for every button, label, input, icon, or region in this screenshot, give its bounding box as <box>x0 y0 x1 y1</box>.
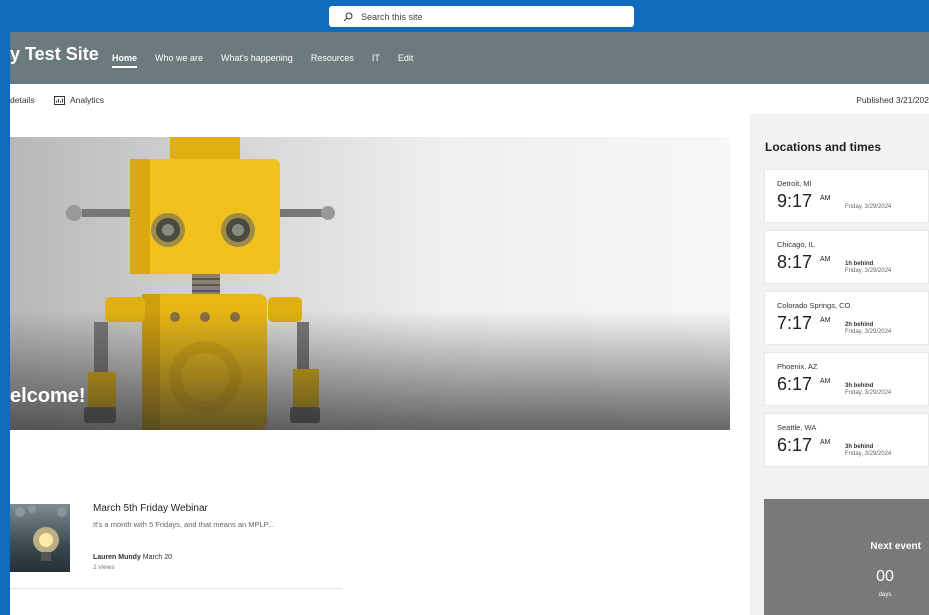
clock-city: Chicago, IL <box>777 240 815 249</box>
news-excerpt: It's a month with 5 Fridays, and that me… <box>93 520 274 529</box>
search-icon <box>343 12 353 21</box>
page-canvas: elcome! March 5th Friday Webinar It's a … <box>10 114 750 615</box>
clock-date: Friday, 3/29/2024 <box>845 204 892 210</box>
news-author[interactable]: Lauren Mundy <box>93 554 141 561</box>
news-byline: Lauren Mundy March 20 <box>93 554 172 561</box>
countdown-tile[interactable]: Next event 00 days <box>764 499 929 615</box>
clock-offset: 1h behind <box>845 261 874 267</box>
nav-item-who-we-are[interactable]: Who we are <box>155 53 203 68</box>
clock-city: Detroit, MI <box>777 179 812 188</box>
clock-offset: 3h behind <box>845 444 874 450</box>
news-date: March 20 <box>142 554 172 561</box>
page-details-button[interactable]: details <box>10 95 35 105</box>
left-edge-bar <box>0 0 10 615</box>
clock-city: Seattle, WA <box>777 423 817 432</box>
site-header: y Test Site Home Who we are What's happe… <box>10 32 929 84</box>
news-item[interactable]: March 5th Friday Webinar It's a month wi… <box>10 502 342 589</box>
countdown-title: Next event <box>870 541 921 552</box>
right-sidebar: Locations and times Detroit, MI 9:17 AM … <box>750 114 929 615</box>
clock-ampm: AM <box>820 378 831 385</box>
analytics-button[interactable]: Analytics <box>54 95 104 105</box>
search-placeholder: Search this site <box>361 11 423 22</box>
hero-banner[interactable]: elcome! <box>10 137 730 430</box>
clock-city: Phoenix, AZ <box>777 362 818 371</box>
clock-time: 9:17 <box>777 191 813 211</box>
clock-city: Colorado Springs, CO <box>777 301 851 310</box>
analytics-icon <box>54 95 65 105</box>
site-navigation: Home Who we are What's happening Resourc… <box>112 53 431 68</box>
clock-time: 6:17 <box>777 374 813 394</box>
lightbulb-image <box>15 505 67 564</box>
clock-time: 7:17 <box>777 313 813 333</box>
news-title[interactable]: March 5th Friday Webinar <box>93 503 208 514</box>
hero-shade <box>10 310 730 430</box>
site-title[interactable]: y Test Site <box>10 44 99 65</box>
analytics-label: Analytics <box>70 95 105 105</box>
nav-edit-link[interactable]: Edit <box>398 53 414 68</box>
world-clock-card: Seattle, WA 6:17 AM 3h behind Friday, 3/… <box>764 413 929 467</box>
world-clock-card: Phoenix, AZ 6:17 AM 3h behind Friday, 3/… <box>764 352 929 406</box>
nav-item-whats-happening[interactable]: What's happening <box>221 53 293 68</box>
nav-item-it[interactable]: IT <box>372 53 380 68</box>
search-box[interactable]: Search this site <box>329 6 634 27</box>
clock-ampm: AM <box>820 317 831 324</box>
countdown-unit: days <box>878 592 892 598</box>
clock-time: 6:17 <box>777 435 813 455</box>
clock-date: Friday, 3/29/2024 <box>845 390 892 396</box>
clock-offset: 3h behind <box>845 383 874 389</box>
world-clock-card: Detroit, MI 9:17 AM Friday, 3/29/2024 <box>764 169 929 223</box>
clock-offset: 2h behind <box>845 322 874 328</box>
nav-item-resources[interactable]: Resources <box>311 53 354 68</box>
world-clock-card: Chicago, IL 8:17 AM 1h behind Friday, 3/… <box>764 230 929 284</box>
clock-date: Friday, 3/29/2024 <box>845 268 892 274</box>
news-thumbnail[interactable] <box>10 504 70 572</box>
suite-bar: Search this site <box>10 0 929 32</box>
world-clock-card: Colorado Springs, CO 7:17 AM 2h behind F… <box>764 291 929 345</box>
clock-date: Friday, 3/29/2024 <box>845 329 892 335</box>
clock-ampm: AM <box>820 439 831 446</box>
countdown-days: 00 <box>876 568 894 585</box>
published-date: Published 3/21/202 <box>856 95 929 105</box>
locations-title: Locations and times <box>765 140 882 154</box>
clock-ampm: AM <box>820 195 831 202</box>
clock-date: Friday, 3/29/2024 <box>845 451 892 457</box>
command-bar: details Analytics Published 3/21/202 <box>10 84 929 114</box>
clock-ampm: AM <box>820 256 831 263</box>
news-views: 2 views <box>93 564 115 571</box>
clock-time: 8:17 <box>777 252 813 272</box>
hero-caption: elcome! <box>10 385 86 407</box>
nav-item-home[interactable]: Home <box>112 53 138 68</box>
